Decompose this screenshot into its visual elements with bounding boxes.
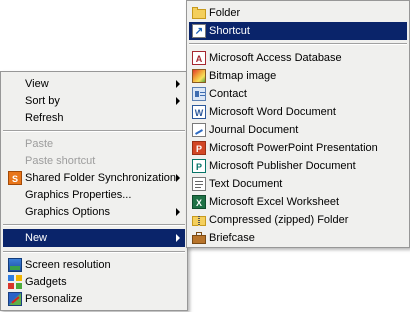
menu-item-label: Paste — [25, 138, 54, 150]
submenu-arrow-icon — [176, 80, 180, 88]
word-icon: W — [192, 105, 206, 119]
menu-item-paste: Paste — [3, 135, 185, 153]
menu-separator — [3, 224, 185, 226]
new-item-powerpoint-presentation[interactable]: P Microsoft PowerPoint Presentation — [189, 139, 407, 157]
menu-item-screen-resolution[interactable]: Screen resolution — [3, 256, 185, 274]
menu-item-new[interactable]: New — [3, 229, 185, 247]
desktop-context-menu: View Sort by Refresh Paste Paste shortcu… — [0, 71, 188, 311]
menu-item-label: Bitmap image — [209, 70, 277, 82]
new-item-shortcut[interactable]: ↗ Shortcut — [189, 22, 407, 40]
menu-item-view[interactable]: View — [3, 75, 185, 93]
new-item-publisher-document[interactable]: P Microsoft Publisher Document — [189, 157, 407, 175]
menu-item-shared-folder-sync[interactable]: S Shared Folder Synchronization — [3, 169, 185, 187]
new-item-compressed-folder[interactable]: Compressed (zipped) Folder — [189, 211, 407, 229]
menu-item-label: Folder — [209, 7, 241, 19]
menu-item-label: New — [25, 232, 48, 244]
briefcase-icon — [192, 231, 206, 245]
menu-item-label: Graphics Options — [25, 206, 110, 218]
submenu-arrow-icon — [176, 97, 180, 105]
menu-item-label: Microsoft Publisher Document — [209, 160, 356, 172]
publisher-icon: P — [192, 159, 206, 173]
new-item-bitmap-image[interactable]: Bitmap image — [189, 67, 407, 85]
submenu-arrow-icon — [176, 234, 180, 242]
menu-item-label: Microsoft Access Database — [209, 52, 342, 64]
new-item-folder[interactable]: Folder — [189, 4, 407, 22]
menu-item-label: Microsoft PowerPoint Presentation — [209, 142, 378, 154]
new-item-journal-document[interactable]: Journal Document — [189, 121, 407, 139]
gadgets-icon — [8, 275, 22, 289]
contact-icon — [192, 87, 206, 101]
menu-item-label: Personalize — [25, 293, 83, 305]
menu-item-graphics-options[interactable]: Graphics Options — [3, 203, 185, 221]
menu-separator — [189, 43, 407, 45]
menu-item-refresh[interactable]: Refresh — [3, 109, 185, 127]
sync-icon: S — [8, 171, 22, 185]
personalize-icon — [8, 292, 22, 306]
menu-item-label: Briefcase — [209, 232, 255, 244]
zip-folder-icon — [192, 213, 206, 227]
menu-item-gadgets[interactable]: Gadgets — [3, 273, 185, 291]
menu-item-graphics-properties[interactable]: Graphics Properties... — [3, 186, 185, 204]
menu-item-label: Shortcut — [209, 25, 250, 37]
bitmap-icon — [192, 69, 206, 83]
new-item-contact[interactable]: Contact — [189, 85, 407, 103]
menu-item-label: Paste shortcut — [25, 155, 96, 167]
menu-item-label: Text Document — [209, 178, 283, 190]
menu-item-label: View — [25, 78, 49, 90]
new-item-briefcase[interactable]: Briefcase — [189, 229, 407, 247]
text-document-icon — [192, 177, 206, 191]
menu-separator — [3, 251, 185, 253]
menu-item-personalize[interactable]: Personalize — [3, 290, 185, 308]
menu-item-label: Refresh — [25, 112, 64, 124]
menu-item-label: Screen resolution — [25, 259, 111, 271]
menu-item-label: Contact — [209, 88, 247, 100]
menu-item-sort-by[interactable]: Sort by — [3, 92, 185, 110]
submenu-arrow-icon — [176, 174, 180, 182]
menu-item-label: Gadgets — [25, 276, 67, 288]
new-item-excel-worksheet[interactable]: X Microsoft Excel Worksheet — [189, 193, 407, 211]
powerpoint-icon: P — [192, 141, 206, 155]
menu-item-label: Journal Document — [209, 124, 299, 136]
new-item-word-document[interactable]: W Microsoft Word Document — [189, 103, 407, 121]
menu-item-label: Sort by — [25, 95, 60, 107]
access-icon: A — [192, 51, 206, 65]
folder-icon — [192, 6, 206, 20]
submenu-arrow-icon — [176, 208, 180, 216]
new-item-text-document[interactable]: Text Document — [189, 175, 407, 193]
shortcut-icon: ↗ — [192, 24, 206, 38]
excel-icon: X — [192, 195, 206, 209]
menu-item-label: Compressed (zipped) Folder — [209, 214, 349, 226]
journal-icon — [192, 123, 206, 137]
menu-item-label: Microsoft Excel Worksheet — [209, 196, 340, 208]
menu-item-label: Microsoft Word Document — [209, 106, 336, 118]
menu-item-paste-shortcut: Paste shortcut — [3, 152, 185, 170]
menu-item-label: Graphics Properties... — [25, 189, 132, 201]
menu-item-label: Shared Folder Synchronization — [25, 172, 177, 184]
screen-resolution-icon — [8, 258, 22, 272]
new-submenu: Folder ↗ Shortcut A Microsoft Access Dat… — [186, 0, 410, 248]
menu-separator — [3, 130, 185, 132]
new-item-access-database[interactable]: A Microsoft Access Database — [189, 49, 407, 67]
